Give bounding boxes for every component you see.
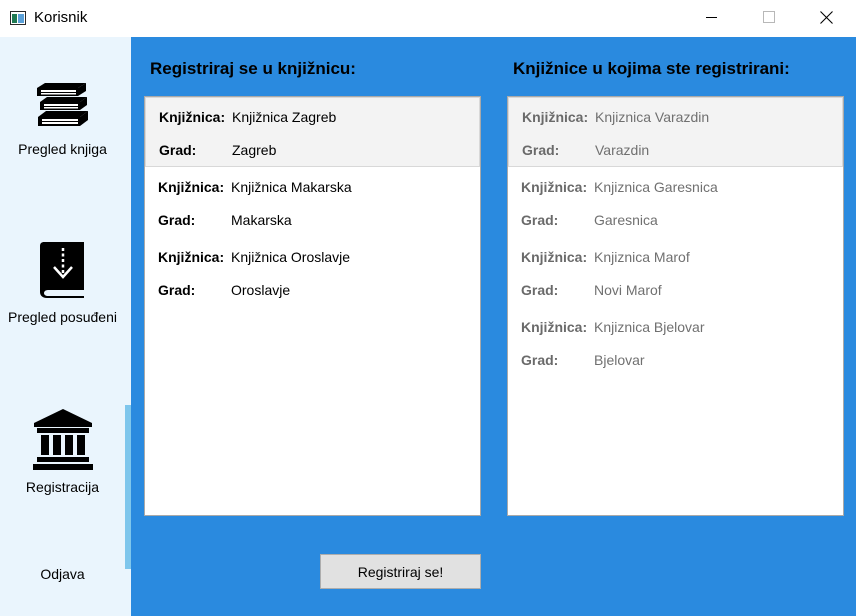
city-name: Bjelovar [594, 352, 645, 368]
list-item[interactable]: Knjižnica: Knjižnica Oroslavje Grad: Orosl… [145, 237, 480, 307]
app-icon [10, 11, 26, 25]
available-libraries-heading: Registriraj se u knjižnicu: [150, 59, 356, 78]
sidebar-item-logout[interactable]: Odjava [0, 566, 125, 582]
city-label: Grad: [158, 282, 196, 298]
city-name: Novi Marof [594, 282, 662, 298]
city-name: Varazdin [595, 142, 650, 158]
library-name: Knjiznica Garesnica [594, 179, 718, 195]
city-label: Grad: [522, 142, 560, 158]
city-name: Garesnica [594, 212, 658, 228]
registered-libraries-list: Knjižnica: Knjiznica Varazdin Grad: Varazd… [507, 96, 844, 516]
list-item: Knjižnica: Knjiznica Varazdin Grad: Varazd… [508, 97, 843, 167]
city-name: Oroslavje [231, 282, 291, 298]
sidebar-item-label: Pregled posuđeni [8, 309, 117, 325]
library-name: Knjiznica Marof [594, 249, 690, 265]
city-label: Grad: [159, 142, 197, 158]
list-item[interactable]: Knjižnica: Knjižnica Zagreb Grad: Zagreb [145, 97, 480, 167]
list-item: Knjižnica: Knjiznica Marof Grad: Novi Maro… [508, 237, 843, 307]
download-book-icon [39, 242, 84, 298]
city-label: Grad: [521, 352, 559, 368]
close-icon [820, 11, 833, 24]
sidebar: Pregled knjiga Pregled posuđeni Registra… [0, 37, 131, 616]
list-item: Knjižnica: Knjiznica Bjelovar Grad: Bjelov… [508, 307, 843, 377]
sidebar-item-label: Odjava [40, 566, 85, 582]
library-name: Knjiznica Bjelovar [594, 319, 705, 335]
city-name: Makarska [231, 212, 292, 228]
registered-libraries-heading: Knjižnice u kojima ste registrirani: [513, 59, 790, 78]
library-label: Knjižnica: [521, 319, 588, 335]
library-label: Knjižnica: [521, 179, 588, 195]
city-label: Grad: [521, 212, 559, 228]
list-item: Knjižnica: Knjiznica Garesnica Grad: Gares… [508, 167, 843, 237]
library-label: Knjižnica: [158, 179, 225, 195]
sidebar-item-label: Registracija [25, 479, 100, 495]
maximize-button[interactable] [745, 0, 791, 36]
sidebar-item-registration[interactable]: Registracija [0, 408, 125, 495]
sidebar-item-label: Pregled knjiga [18, 141, 107, 157]
register-button[interactable]: Registriraj se! [320, 554, 481, 589]
title-bar: Korisnik [0, 0, 856, 37]
window-title: Korisnik [34, 9, 88, 26]
main-content: Registriraj se u knjižnicu: Knjižnice u … [131, 37, 856, 616]
library-label: Knjižnica: [522, 109, 589, 125]
sidebar-item-book-overview[interactable]: Pregled knjiga [0, 81, 125, 157]
library-building-icon [32, 409, 93, 470]
library-name: Knjižnica Oroslavje [231, 249, 351, 265]
library-name: Knjiznica Varazdin [595, 109, 710, 125]
minimize-button[interactable] [689, 0, 735, 36]
city-name: Zagreb [232, 142, 277, 158]
library-label: Knjižnica: [159, 109, 226, 125]
library-name: Knjižnica Zagreb [232, 109, 337, 125]
list-item[interactable]: Knjižnica: Knjižnica Makarska Grad: Makars… [145, 167, 480, 237]
library-label: Knjižnica: [158, 249, 225, 265]
sidebar-item-borrowed[interactable]: Pregled posuđeni [0, 240, 125, 325]
books-icon [36, 83, 88, 126]
library-name: Knjižnica Makarska [231, 179, 352, 195]
available-libraries-list[interactable]: Knjižnica: Knjižnica Zagreb Grad: Zagreb K… [144, 96, 481, 516]
city-label: Grad: [521, 282, 559, 298]
city-label: Grad: [158, 212, 196, 228]
library-label: Knjižnica: [521, 249, 588, 265]
close-button[interactable] [804, 0, 850, 36]
